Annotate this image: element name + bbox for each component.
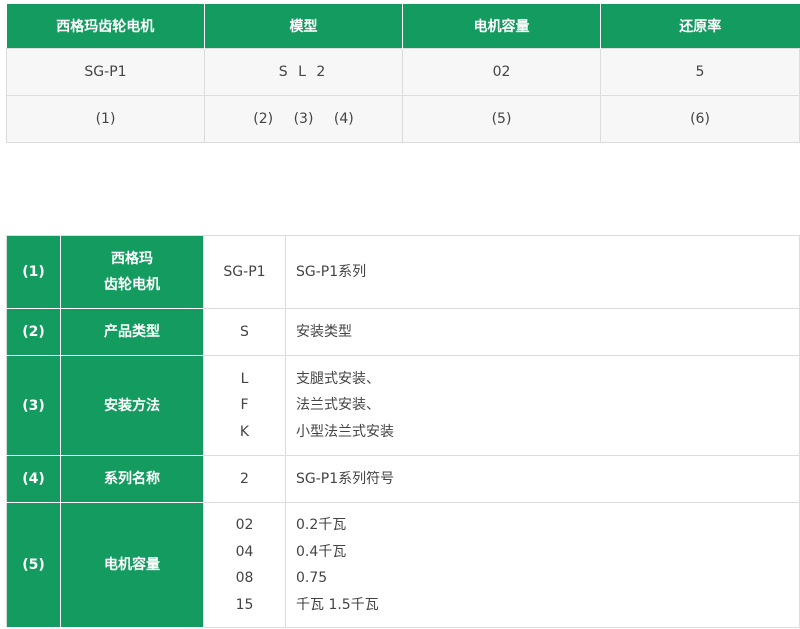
header-sigma-gear-motor: 西格玛齿轮电机 [6,4,205,49]
desc-line: 0.4千瓦 [296,543,347,560]
model-code-header-row: 西格玛齿轮电机 模型 电机容量 还原率 [6,4,800,49]
header-motor-capacity: 电机容量 [402,4,601,49]
model-code-table: 西格玛齿轮电机 模型 电机容量 还原率 SG-P1 S L 2 02 5 (1)… [6,4,800,143]
value-series: SG-P1 [6,48,205,96]
name-line: 安装方法 [104,397,160,414]
detail-row-name: 产品类型 [60,308,204,356]
model-code-refs-row: (1) (2) (3) (4) (5) (6) [6,95,800,143]
detail-row-code: 2 [203,455,286,503]
ref-6: (6) [600,95,800,143]
detail-row-number: (5) [6,502,61,628]
model-detail-table: (1) 西格玛 齿轮电机 SG-P1 SG-P1系列 (2) 产品类型 S 安装… [6,235,800,628]
desc-line: 支腿式安装、 [296,370,380,387]
desc-line: 0.2千瓦 [296,517,347,533]
name-line: 系列名称 [104,471,160,487]
page: 西格玛齿轮电机 模型 电机容量 还原率 SG-P1 S L 2 02 5 (1)… [0,0,800,629]
ref-2-3-4: (2) (3) (4) [204,95,403,143]
detail-row-name: 安装方法 [60,355,204,456]
desc-line: 0.75 [296,570,328,586]
name-line: 西格玛 [111,251,153,267]
name-line: 电机容量 [104,557,160,573]
code-line: 15 [235,596,254,613]
detail-row: (3) 安装方法 L F K 支腿式安装、 法兰式安装、 小型法兰式安装 [6,355,800,456]
value-capacity: 02 [402,48,601,96]
code-line: 08 [235,570,254,586]
desc-line: 千瓦 1.5千瓦 [296,596,379,613]
name-line: 齿轮电机 [104,277,160,293]
detail-row-description: SG-P1系列符号 [285,455,800,503]
header-reduction-ratio: 还原率 [600,4,800,49]
ref-5: (5) [402,95,601,143]
detail-row-name: 西格玛 齿轮电机 [60,235,204,309]
code-line: SG-P1 [223,263,266,280]
detail-row-description: SG-P1系列 [285,235,800,309]
code-line: F [240,397,249,414]
value-model: S L 2 [204,48,403,96]
desc-line: SG-P1系列符号 [296,470,395,487]
detail-row: (4) 系列名称 2 SG-P1系列符号 [6,455,800,503]
code-line: L [240,370,249,387]
ref-4: (4) [333,111,354,127]
value-ratio: 5 [600,48,800,96]
code-line: 04 [235,543,254,560]
model-code-values-row: SG-P1 S L 2 02 5 [6,48,800,96]
ref-2: (2) [253,111,274,127]
detail-row: (2) 产品类型 S 安装类型 [6,308,800,356]
detail-row: (5) 电机容量 02 04 08 15 0.2千瓦 0.4千瓦 0.75 千瓦… [6,502,800,628]
detail-row-number: (1) [6,235,61,309]
ref-3: (3) [293,111,314,127]
detail-row-code: 02 04 08 15 [203,502,286,628]
desc-line: SG-P1系列 [296,263,367,280]
desc-line: 安装类型 [296,323,352,340]
ref-1: (1) [6,95,205,143]
detail-row-description: 支腿式安装、 法兰式安装、 小型法兰式安装 [285,355,800,456]
detail-row-number: (4) [6,455,61,503]
detail-row-code: S [203,308,286,356]
detail-row-code: SG-P1 [203,235,286,309]
code-line: S [240,323,249,340]
detail-row-description: 安装类型 [285,308,800,356]
name-line: 产品类型 [104,324,160,340]
desc-line: 法兰式安装、 [296,397,380,414]
code-line: 02 [235,517,254,533]
desc-line: 小型法兰式安装 [296,423,394,440]
header-model: 模型 [204,4,403,49]
code-line: K [239,423,250,440]
detail-row: (1) 西格玛 齿轮电机 SG-P1 SG-P1系列 [6,235,800,309]
detail-row-code: L F K [203,355,286,456]
detail-row-name: 系列名称 [60,455,204,503]
detail-row-description: 0.2千瓦 0.4千瓦 0.75 千瓦 1.5千瓦 [285,502,800,628]
detail-row-number: (3) [6,355,61,456]
detail-row-number: (2) [6,308,61,356]
detail-row-name: 电机容量 [60,502,204,628]
code-line: 2 [240,470,249,487]
